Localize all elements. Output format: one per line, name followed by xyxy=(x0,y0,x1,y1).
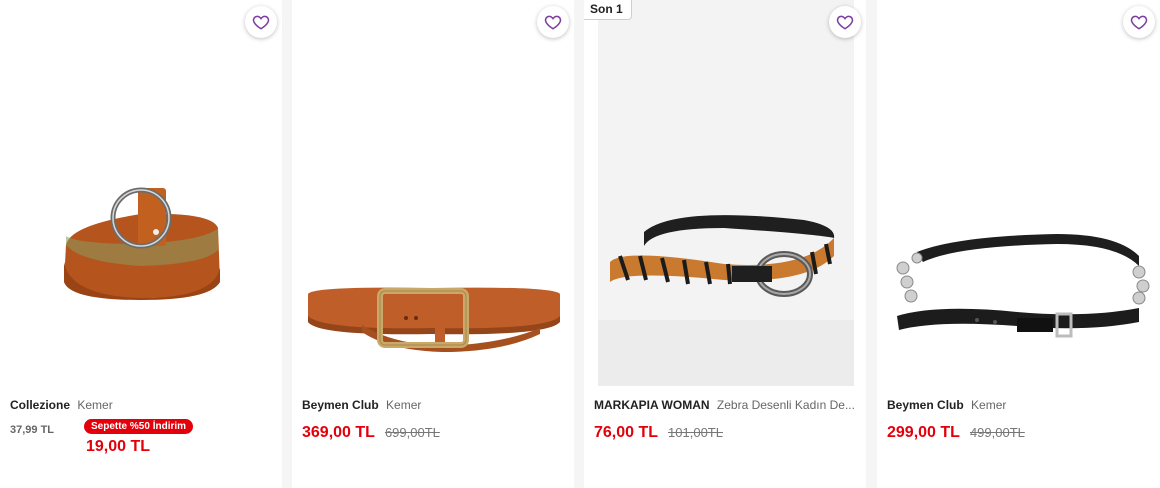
original-price: 37,99 TL xyxy=(10,424,55,436)
product-brand: Beymen Club xyxy=(302,398,379,412)
heart-outline-icon xyxy=(836,15,854,30)
product-card[interactable]: Beymen Club Kemer 299,00 TL 499,00TL xyxy=(877,0,1160,488)
belt-image xyxy=(896,234,1150,338)
product-image[interactable] xyxy=(0,0,282,390)
product-card[interactable]: Beymen Club Kemer 369,00 TL 699,00TL xyxy=(292,0,574,488)
old-price: 499,00TL xyxy=(969,425,1025,440)
product-name: Kemer xyxy=(386,398,422,412)
product-title[interactable]: Collezione Kemer xyxy=(10,398,276,412)
favorite-button[interactable] xyxy=(537,6,569,38)
product-image[interactable] xyxy=(584,0,866,390)
heart-outline-icon xyxy=(1130,15,1148,30)
favorite-button[interactable] xyxy=(829,6,861,38)
product-brand: Collezione xyxy=(10,398,71,412)
favorite-button[interactable] xyxy=(1123,6,1155,38)
product-title[interactable]: Beymen Club Kemer xyxy=(302,398,568,412)
product-title[interactable]: MARKAPIA WOMAN Zebra Desenli Kadın De... xyxy=(594,398,860,412)
current-price: 369,00 TL xyxy=(302,424,375,441)
price-row: 369,00 TL 699,00TL xyxy=(302,424,440,442)
stock-badge: Son 1 xyxy=(584,0,632,20)
heart-outline-icon xyxy=(252,15,270,30)
product-brand: Beymen Club xyxy=(887,398,964,412)
product-image[interactable] xyxy=(292,0,574,390)
promo-badge: Sepette %50 İndirim xyxy=(84,419,194,434)
current-price: 76,00 TL xyxy=(594,424,659,441)
price-row: 299,00 TL 499,00TL xyxy=(887,424,1025,442)
product-card[interactable]: Son 1 MARKAPIA WOMAN Zebra Desenli Kadın… xyxy=(584,0,866,488)
current-price: 299,00 TL xyxy=(887,424,960,441)
belt-image xyxy=(598,0,854,386)
belt-image xyxy=(308,287,560,352)
product-brand: MARKAPIA WOMAN xyxy=(594,398,710,412)
price-row: 76,00 TL 101,00TL xyxy=(594,424,723,442)
product-name: Zebra Desenli Kadın De... xyxy=(716,398,855,412)
heart-outline-icon xyxy=(544,15,562,30)
product-name: Kemer xyxy=(77,398,113,412)
basket-price: 19,00 TL xyxy=(86,438,151,455)
product-name: Kemer xyxy=(971,398,1007,412)
old-price: 699,00TL xyxy=(384,425,440,440)
product-card[interactable]: Collezione Kemer 37,99 TL Sepette %50 İn… xyxy=(0,0,282,488)
belt-image xyxy=(64,187,220,300)
product-image[interactable] xyxy=(877,0,1160,390)
old-price: 101,00TL xyxy=(668,425,723,440)
favorite-button[interactable] xyxy=(245,6,277,38)
product-title[interactable]: Beymen Club Kemer xyxy=(887,398,1154,412)
